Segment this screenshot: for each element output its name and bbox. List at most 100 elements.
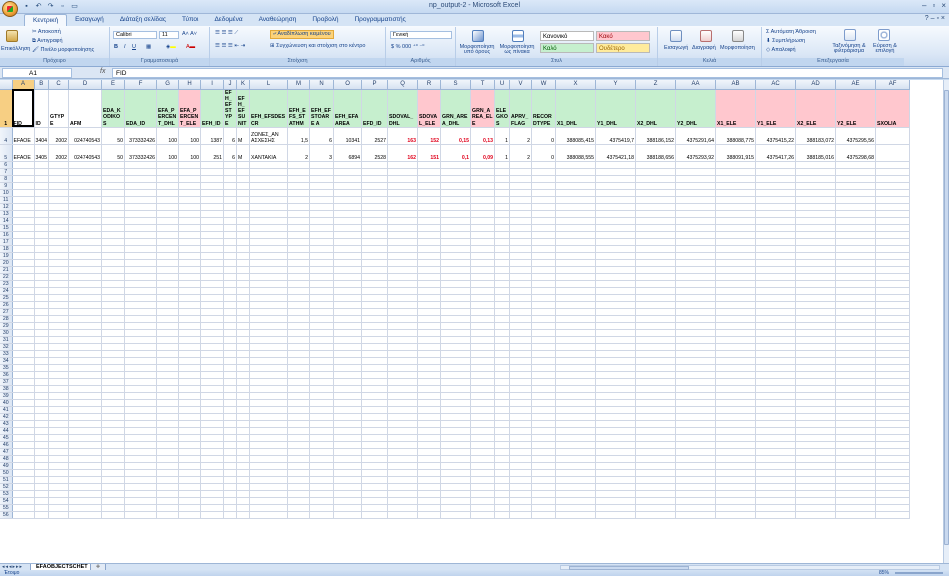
row-header[interactable]: 9	[0, 182, 13, 190]
row-header[interactable]: 5	[0, 144, 13, 162]
column-header[interactable]: X	[555, 80, 597, 90]
empty-cell[interactable]	[101, 322, 126, 330]
empty-cell[interactable]	[417, 399, 442, 407]
empty-cell[interactable]	[635, 385, 677, 393]
empty-cell[interactable]	[124, 217, 158, 225]
empty-cell[interactable]	[440, 476, 472, 484]
empty-cell[interactable]	[509, 308, 533, 316]
empty-cell[interactable]	[249, 322, 289, 330]
empty-cell[interactable]	[417, 315, 442, 323]
header-cell[interactable]: X1_DHL	[555, 89, 597, 128]
empty-cell[interactable]	[178, 175, 202, 183]
empty-cell[interactable]	[287, 294, 311, 302]
empty-cell[interactable]	[223, 427, 238, 435]
data-cell[interactable]: 100	[178, 127, 202, 145]
empty-cell[interactable]	[34, 301, 50, 309]
empty-cell[interactable]	[595, 252, 637, 260]
empty-cell[interactable]	[795, 497, 837, 505]
empty-cell[interactable]	[555, 357, 597, 365]
empty-cell[interactable]	[835, 406, 877, 414]
empty-cell[interactable]	[68, 469, 103, 477]
style-normal[interactable]: Κανονικό	[540, 31, 594, 41]
empty-cell[interactable]	[101, 427, 126, 435]
empty-cell[interactable]	[361, 182, 389, 190]
empty-cell[interactable]	[236, 413, 251, 421]
empty-cell[interactable]	[223, 357, 238, 365]
empty-cell[interactable]	[156, 364, 180, 372]
empty-cell[interactable]	[509, 315, 533, 323]
empty-cell[interactable]	[12, 343, 35, 351]
empty-cell[interactable]	[715, 322, 757, 330]
empty-cell[interactable]	[470, 182, 496, 190]
empty-cell[interactable]	[417, 427, 442, 435]
empty-cell[interactable]	[835, 511, 877, 519]
empty-cell[interactable]	[509, 161, 533, 169]
empty-cell[interactable]	[156, 357, 180, 365]
empty-cell[interactable]	[440, 490, 472, 498]
column-header[interactable]: H	[178, 80, 202, 90]
empty-cell[interactable]	[595, 511, 637, 519]
empty-cell[interactable]	[68, 189, 103, 197]
empty-cell[interactable]	[755, 497, 797, 505]
style-neutral[interactable]: Ουδέτερο	[596, 43, 650, 53]
empty-cell[interactable]	[635, 448, 677, 456]
empty-cell[interactable]	[755, 308, 797, 316]
format-painter-button[interactable]: 🖌 Πινέλο μορφοποίησης	[32, 47, 94, 53]
empty-cell[interactable]	[675, 406, 717, 414]
empty-cell[interactable]	[795, 364, 837, 372]
empty-cell[interactable]	[236, 364, 251, 372]
empty-cell[interactable]	[635, 455, 677, 463]
empty-cell[interactable]	[223, 266, 238, 274]
empty-cell[interactable]	[200, 406, 225, 414]
empty-cell[interactable]	[875, 161, 911, 169]
empty-cell[interactable]	[287, 392, 311, 400]
data-cell[interactable]: 10341	[333, 127, 363, 145]
empty-cell[interactable]	[635, 161, 677, 169]
empty-cell[interactable]	[101, 364, 126, 372]
empty-cell[interactable]	[309, 259, 335, 267]
empty-cell[interactable]	[675, 273, 717, 281]
empty-cell[interactable]	[531, 294, 557, 302]
empty-cell[interactable]	[675, 210, 717, 218]
empty-cell[interactable]	[387, 224, 419, 232]
empty-cell[interactable]	[531, 315, 557, 323]
empty-cell[interactable]	[755, 385, 797, 393]
empty-cell[interactable]	[417, 175, 442, 183]
empty-cell[interactable]	[531, 161, 557, 169]
empty-cell[interactable]	[835, 252, 877, 260]
empty-cell[interactable]	[470, 427, 496, 435]
empty-cell[interactable]	[417, 308, 442, 316]
empty-cell[interactable]	[223, 189, 238, 197]
empty-cell[interactable]	[236, 490, 251, 498]
empty-cell[interactable]	[555, 252, 597, 260]
empty-cell[interactable]	[595, 245, 637, 253]
empty-cell[interactable]	[470, 238, 496, 246]
empty-cell[interactable]	[223, 504, 238, 512]
column-header[interactable]: T	[470, 80, 496, 90]
empty-cell[interactable]	[417, 504, 442, 512]
row-header[interactable]: 27	[0, 308, 13, 316]
empty-cell[interactable]	[675, 511, 717, 519]
empty-cell[interactable]	[200, 350, 225, 358]
empty-cell[interactable]	[494, 413, 511, 421]
row-header[interactable]: 50	[0, 469, 13, 477]
empty-cell[interactable]	[470, 203, 496, 211]
data-cell[interactable]: 4375298,68	[835, 144, 877, 162]
empty-cell[interactable]	[795, 427, 837, 435]
empty-cell[interactable]	[223, 315, 238, 323]
empty-cell[interactable]	[595, 385, 637, 393]
empty-cell[interactable]	[200, 462, 225, 470]
vertical-scroll-thumb[interactable]	[944, 90, 949, 545]
empty-cell[interactable]	[555, 350, 597, 358]
empty-cell[interactable]	[875, 399, 911, 407]
empty-cell[interactable]	[68, 322, 103, 330]
empty-cell[interactable]	[34, 175, 50, 183]
empty-cell[interactable]	[635, 406, 677, 414]
empty-cell[interactable]	[34, 385, 50, 393]
empty-cell[interactable]	[531, 329, 557, 337]
empty-cell[interactable]	[178, 392, 202, 400]
empty-cell[interactable]	[755, 483, 797, 491]
empty-cell[interactable]	[555, 168, 597, 176]
empty-cell[interactable]	[755, 266, 797, 274]
row-header[interactable]: 4	[0, 127, 13, 145]
